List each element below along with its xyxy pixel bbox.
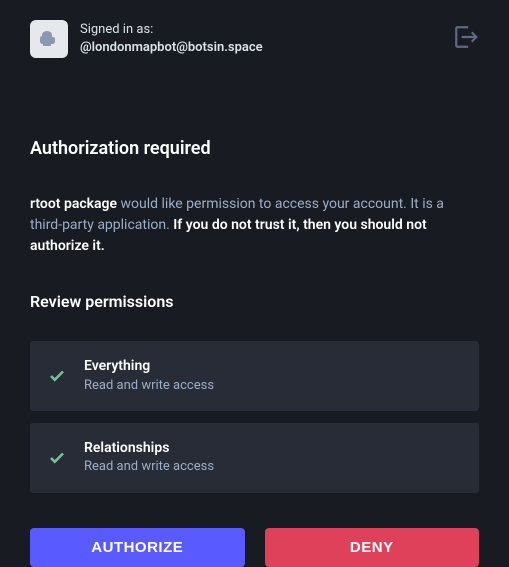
avatar [30, 20, 68, 58]
permission-text: Relationships Read and write access [84, 439, 214, 477]
deny-button[interactable]: DENY [265, 528, 480, 567]
signout-icon[interactable] [453, 24, 479, 54]
auth-required-title: Authorization required [30, 138, 479, 159]
app-name: rtoot package [30, 196, 117, 212]
username: @londonmapbot@botsin.space [80, 39, 263, 57]
review-permissions-title: Review permissions [30, 292, 479, 311]
signed-in-label: Signed in as: [80, 21, 263, 39]
permission-desc: Read and write access [84, 458, 214, 476]
permission-desc: Read and write access [84, 377, 214, 395]
check-icon [48, 449, 66, 467]
action-buttons: AUTHORIZE DENY [30, 528, 479, 567]
elephant-icon [37, 27, 61, 51]
permission-item: Relationships Read and write access [30, 423, 479, 493]
user-info: Signed in as: @londonmapbot@botsin.space [30, 20, 263, 58]
permission-item: Everything Read and write access [30, 341, 479, 411]
permission-name: Everything [84, 357, 214, 377]
user-text: Signed in as: @londonmapbot@botsin.space [80, 21, 263, 57]
check-icon [48, 367, 66, 385]
permission-text: Everything Read and write access [84, 357, 214, 395]
header: Signed in as: @londonmapbot@botsin.space [0, 0, 509, 78]
authorize-button[interactable]: AUTHORIZE [30, 528, 245, 567]
auth-description: rtoot package would like permission to a… [30, 194, 479, 257]
main-content: Authorization required rtoot package wou… [0, 138, 509, 567]
permission-name: Relationships [84, 439, 214, 459]
